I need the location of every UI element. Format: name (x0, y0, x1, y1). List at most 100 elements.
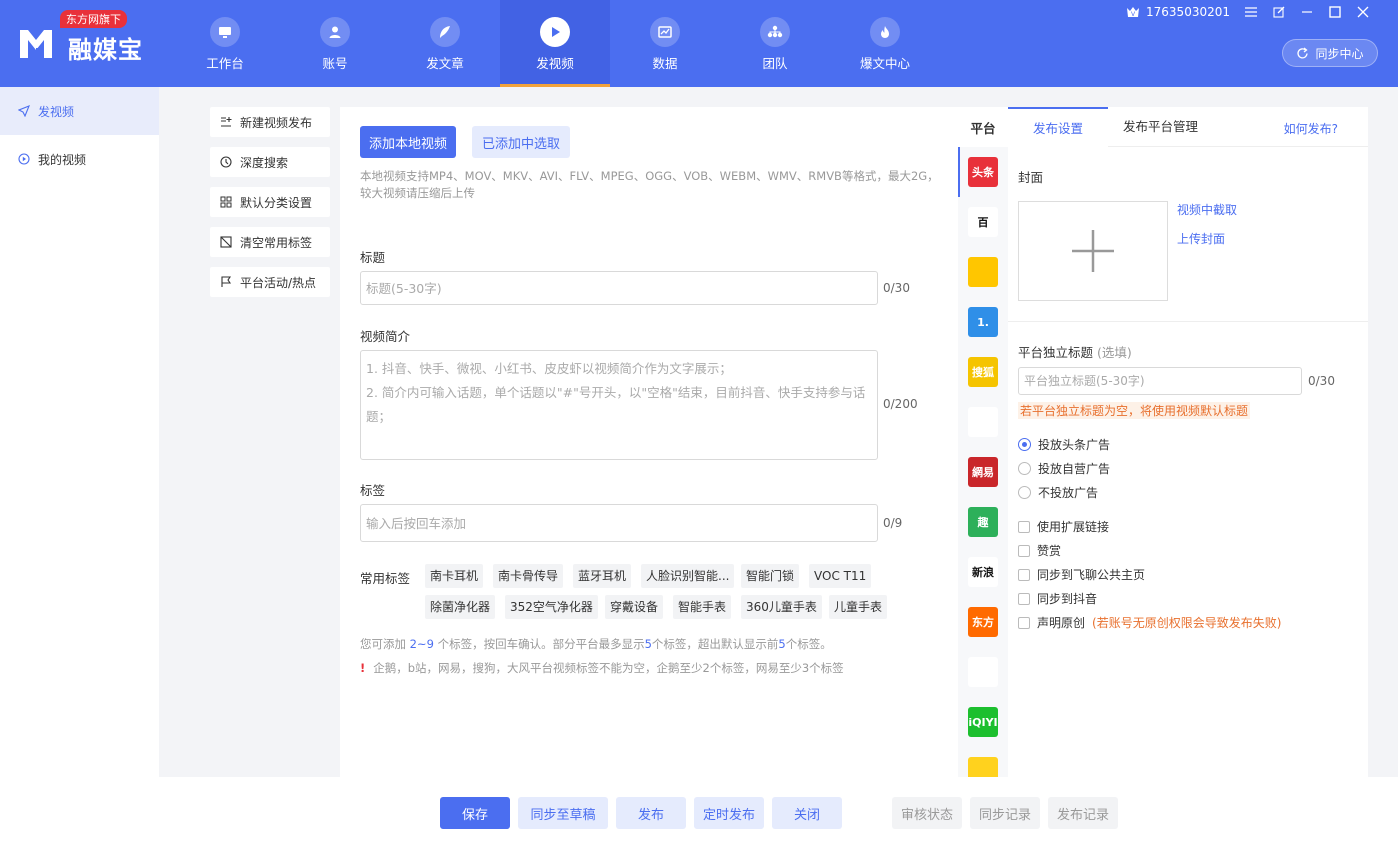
common-tag[interactable]: 人脸识别智能... (641, 564, 735, 588)
xinlang8-logo-icon: 新浪 (968, 557, 998, 587)
sidebar-item-my-videos[interactable]: 我的视频 (0, 135, 159, 183)
nav-viral[interactable]: 爆文中心 (830, 0, 940, 87)
platform-other[interactable] (958, 747, 1008, 777)
platform-dongfang[interactable]: 东方 (958, 597, 1008, 647)
common-tag[interactable]: 智能门锁 (741, 564, 800, 588)
common-tag[interactable]: 除菌净化器 (425, 595, 496, 619)
platform-yidian[interactable]: 1. (958, 297, 1008, 347)
nav-label: 数据 (652, 56, 678, 71)
checkbox (1018, 616, 1030, 629)
tags-counter: 0/9 (883, 516, 903, 530)
tool-clear-tags[interactable]: 清空常用标签 (210, 227, 330, 257)
tool-platform-activity[interactable]: 平台活动/热点 (210, 267, 330, 297)
save-button[interactable]: 保存 (440, 797, 510, 829)
qq-logo-icon (968, 257, 998, 287)
add-local-video-button[interactable]: 添加本地视频 (360, 126, 457, 158)
platform-netease[interactable]: 網易 (958, 447, 1008, 497)
close-icon[interactable] (1356, 5, 1370, 19)
logo-mark-icon (20, 30, 52, 58)
platform-toutiao[interactable]: 头条 (958, 147, 1008, 197)
sync-icon (1297, 46, 1309, 58)
platform-sohu[interactable]: 搜狐 (958, 347, 1008, 397)
tab-platform-management[interactable]: 发布平台管理 (1123, 107, 1198, 147)
tool-default-category[interactable]: 默认分类设置 (210, 187, 330, 217)
capture-from-video-link[interactable]: 视频中截取 (1177, 201, 1237, 218)
platform-iqiyi[interactable]: iQIYI (958, 697, 1008, 747)
common-tag[interactable]: 儿童手表 (829, 595, 888, 619)
description-textarea[interactable] (360, 350, 878, 460)
nav-data[interactable]: 数据 (610, 0, 720, 87)
checkbox-extend-link[interactable]: 使用扩展链接 (1018, 518, 1109, 535)
common-tag[interactable]: 360儿童手表 (741, 595, 822, 619)
platform-baijia[interactable]: 百 (958, 197, 1008, 247)
platform-qq[interactable] (958, 247, 1008, 297)
grid-icon (220, 196, 232, 208)
bottom-action-bar: 保存 同步至草稿 发布 定时发布 关闭 审核状态 同步记录 发布记录 (159, 777, 1398, 848)
platform-xinlang8[interactable]: 新浪 (958, 547, 1008, 597)
upload-cover-link[interactable]: 上传封面 (1177, 230, 1225, 247)
netease-logo-icon: 網易 (968, 457, 998, 487)
common-tag[interactable]: 穿戴设备 (605, 595, 664, 619)
logo[interactable]: 东方网旗下 融媒宝 (18, 10, 148, 70)
common-tag[interactable]: 南卡耳机 (425, 564, 484, 588)
dongfang-logo-icon: 东方 (968, 607, 998, 637)
nav-account[interactable]: 账号 (280, 0, 390, 87)
sidebar-item-publish-video[interactable]: 发视频 (0, 87, 159, 135)
tool-list: 新建视频发布 深度搜索 默认分类设置 清空常用标签 平台活动/热点 (210, 107, 330, 307)
nav-article[interactable]: 发文章 (390, 0, 500, 87)
qutoutiao-logo-icon: 趣 (968, 507, 998, 537)
platform-qutoutiao[interactable]: 趣 (958, 497, 1008, 547)
schedule-publish-button[interactable]: 定时发布 (694, 797, 764, 829)
checkbox (1018, 592, 1030, 605)
nav-team[interactable]: 团队 (720, 0, 830, 87)
radio-self-ad[interactable]: 投放自营广告 (1018, 460, 1110, 477)
common-tag[interactable]: 蓝牙耳机 (573, 564, 632, 588)
review-status-button[interactable]: 审核状态 (892, 797, 962, 829)
checkbox-reward[interactable]: 赞赏 (1018, 542, 1061, 559)
tool-new-video[interactable]: 新建视频发布 (210, 107, 330, 137)
main-nav: 工作台 账号 发文章 发视频 数据 团队 爆文中心 (170, 0, 940, 87)
independent-title-input[interactable] (1018, 367, 1302, 395)
checkbox-sync-douyin[interactable]: 同步到抖音 (1018, 590, 1097, 607)
independent-title-counter: 0/30 (1308, 374, 1335, 388)
sync-log-button[interactable]: 同步记录 (970, 797, 1040, 829)
nav-video[interactable]: 发视频 (500, 0, 610, 87)
tool-deep-search[interactable]: 深度搜索 (210, 147, 330, 177)
how-to-publish-link[interactable]: 如何发布? (1284, 120, 1338, 137)
title-counter: 0/30 (883, 281, 910, 295)
settings-tabs: 发布设置 发布平台管理 如何发布? (1008, 107, 1368, 147)
tool-label: 清空常用标签 (240, 235, 313, 250)
user-phone[interactable]: 17635030201 (1146, 5, 1230, 19)
checkbox (1018, 544, 1030, 557)
common-tag[interactable]: 352空气净化器 (505, 595, 598, 619)
close-button[interactable]: 关闭 (772, 797, 842, 829)
title-input[interactable] (360, 271, 878, 305)
checkbox-sync-feiliao[interactable]: 同步到飞聊公共主页 (1018, 566, 1145, 583)
edit-icon[interactable] (1272, 5, 1286, 19)
nav-workbench[interactable]: 工作台 (170, 0, 280, 87)
flame-icon (870, 17, 900, 47)
publish-log-button[interactable]: 发布记录 (1048, 797, 1118, 829)
tab-publish-settings[interactable]: 发布设置 (1008, 107, 1108, 147)
radio-no-ad[interactable]: 不投放广告 (1018, 484, 1098, 501)
sync-center-button[interactable]: 同步中心 (1282, 39, 1378, 67)
radio-checked (1018, 438, 1031, 451)
description-label: 视频简介 (360, 329, 411, 344)
cover-upload-box[interactable] (1018, 201, 1168, 301)
sync-draft-button[interactable]: 同步至草稿 (518, 797, 608, 829)
maximize-icon[interactable] (1328, 5, 1342, 19)
platform-weibo[interactable] (958, 397, 1008, 447)
tool-label: 默认分类设置 (240, 195, 313, 210)
minimize-icon[interactable] (1300, 5, 1314, 19)
radio-toutiao-ad[interactable]: 投放头条广告 (1018, 436, 1110, 453)
play-circle-icon (18, 153, 30, 165)
publish-button[interactable]: 发布 (616, 797, 686, 829)
common-tag[interactable]: 智能手表 (673, 595, 732, 619)
menu-icon[interactable] (1244, 5, 1258, 19)
common-tag[interactable]: 南卡骨传导 (493, 564, 564, 588)
checkbox-declare-original[interactable]: 声明原创 (若账号无原创权限会导致发布失败) (1018, 614, 1281, 631)
tags-input[interactable] (360, 504, 878, 542)
common-tag[interactable]: VOC T11 (809, 564, 872, 588)
platform-fenghuang[interactable] (958, 647, 1008, 697)
pick-from-added-button[interactable]: 已添加中选取 (472, 126, 571, 158)
